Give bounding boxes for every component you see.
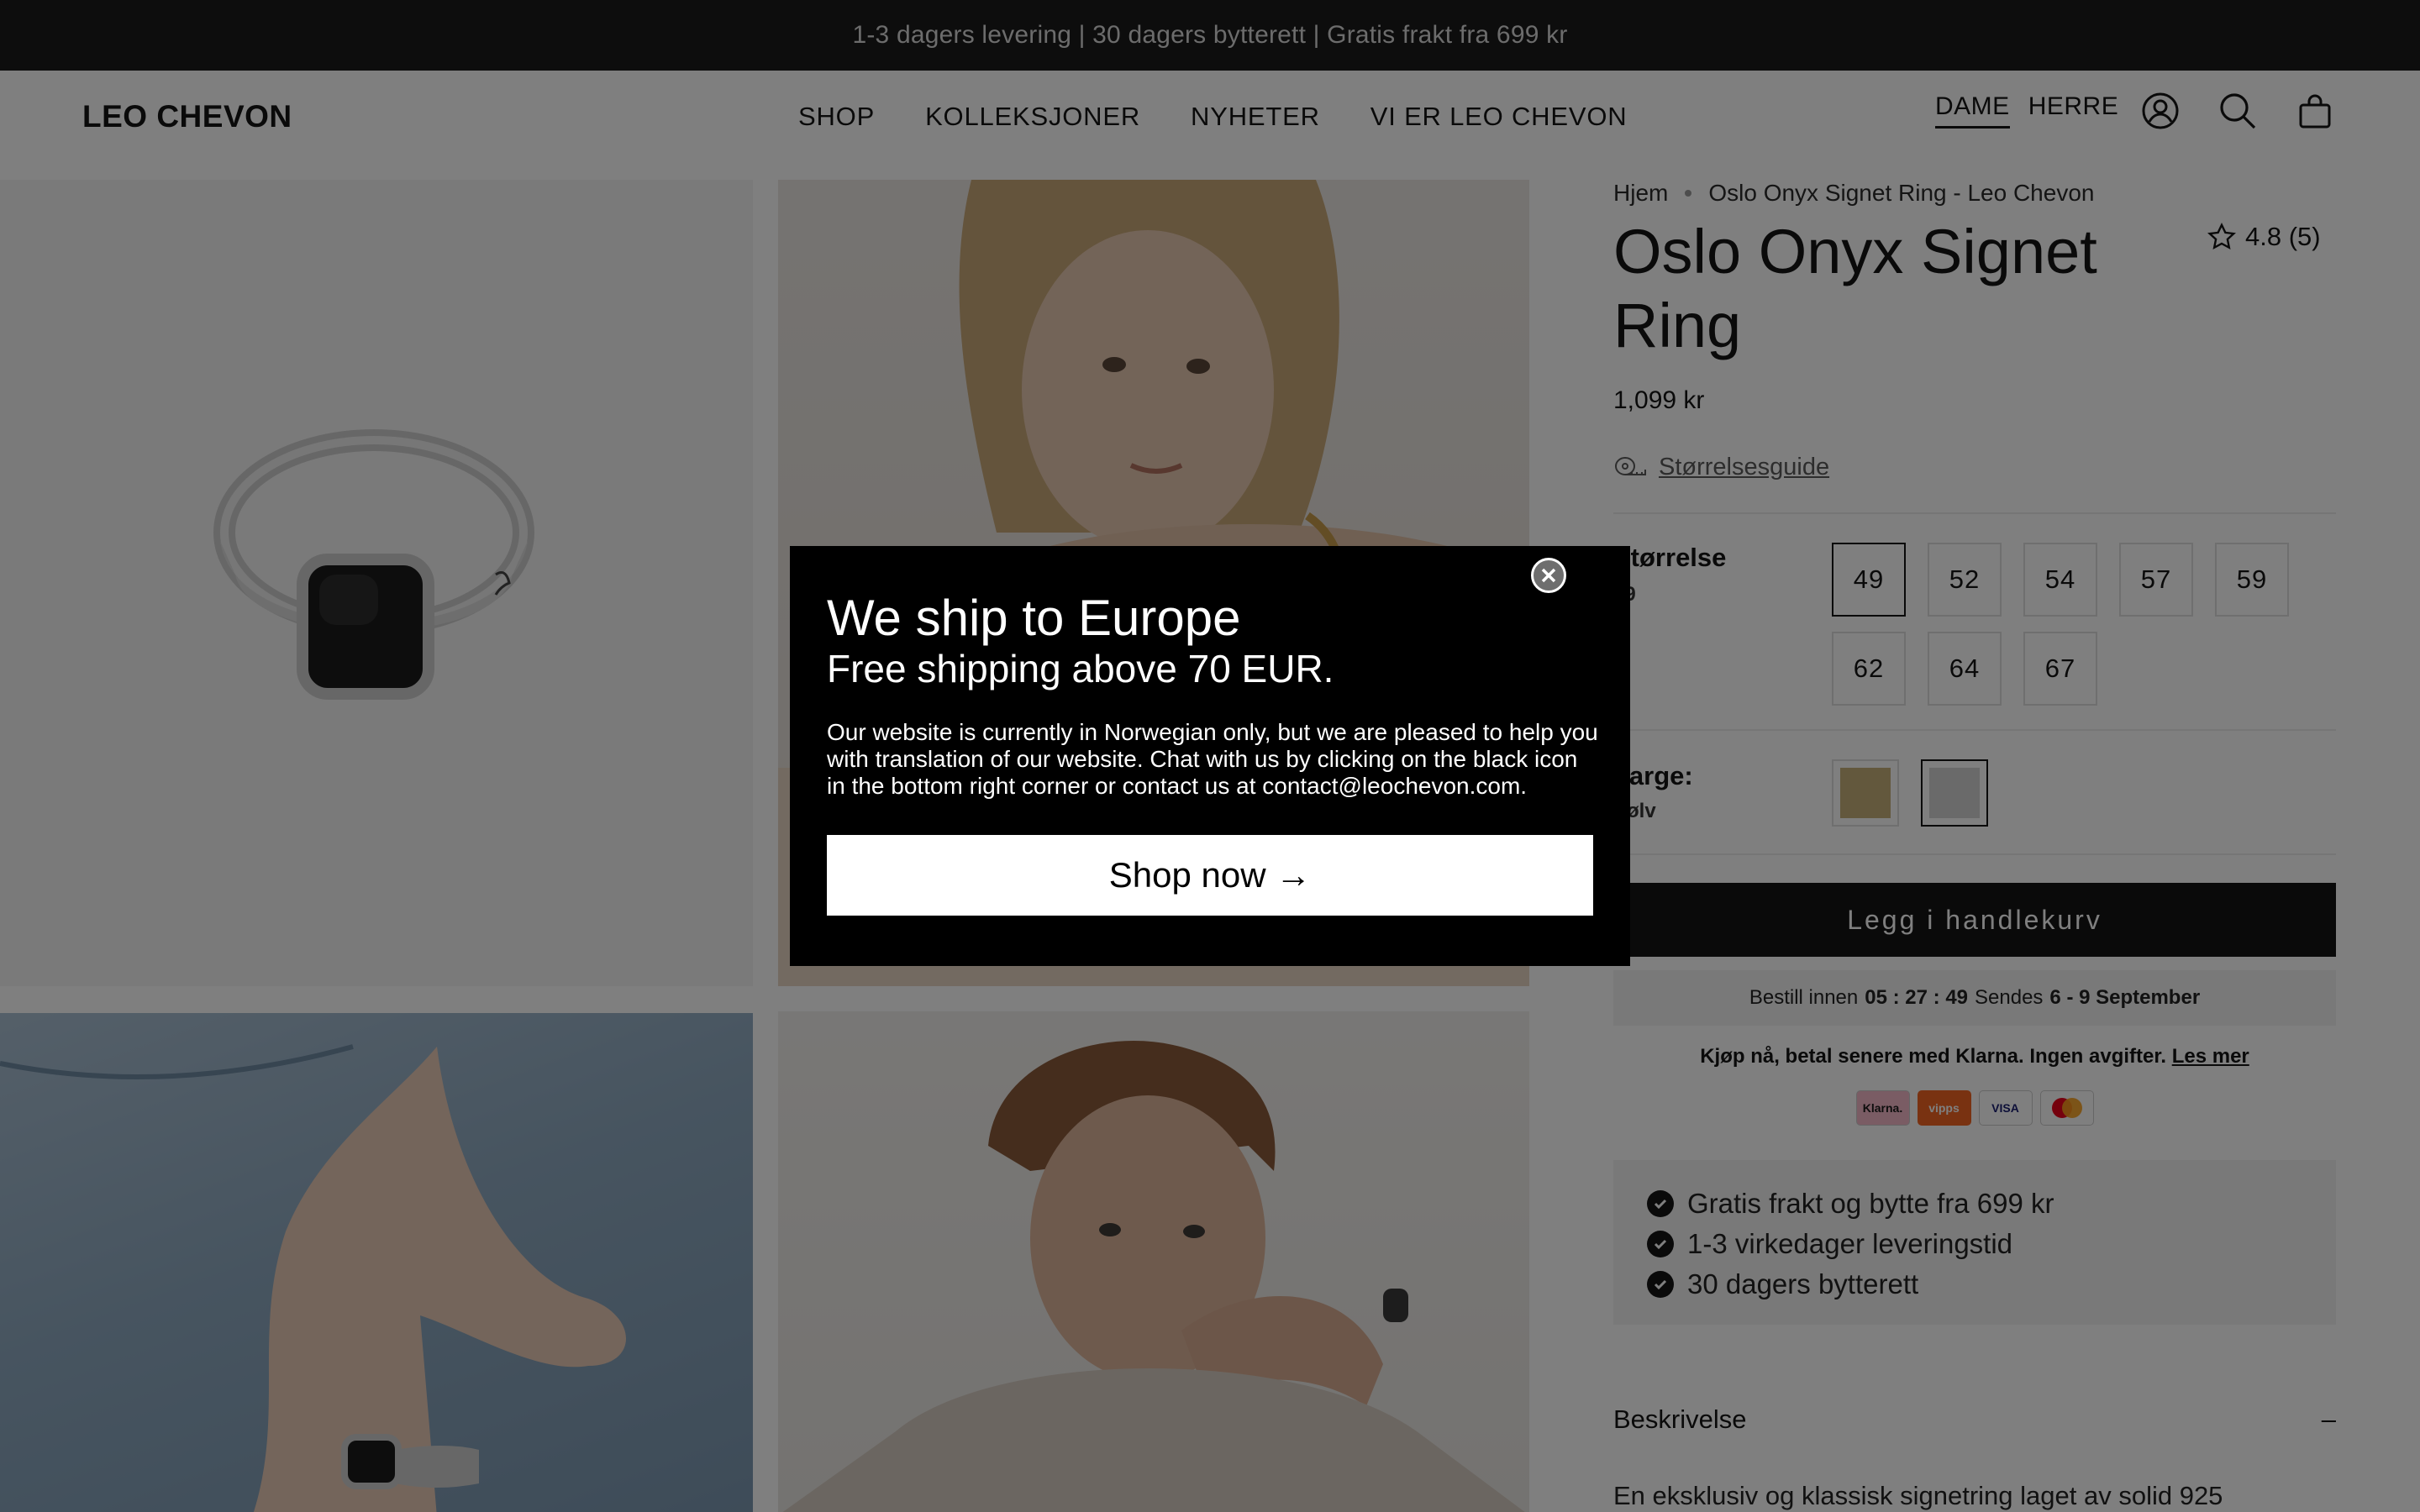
shop-now-button[interactable]: Shop now → xyxy=(827,835,1593,916)
modal-title: We ship to Europe xyxy=(827,590,1241,646)
modal-body: Our website is currently in Norwegian on… xyxy=(827,719,1598,799)
close-icon[interactable] xyxy=(1531,558,1566,593)
europe-shipping-modal: We ship to Europe Free shipping above 70… xyxy=(790,546,1630,966)
modal-subtitle: Free shipping above 70 EUR. xyxy=(827,647,1334,690)
